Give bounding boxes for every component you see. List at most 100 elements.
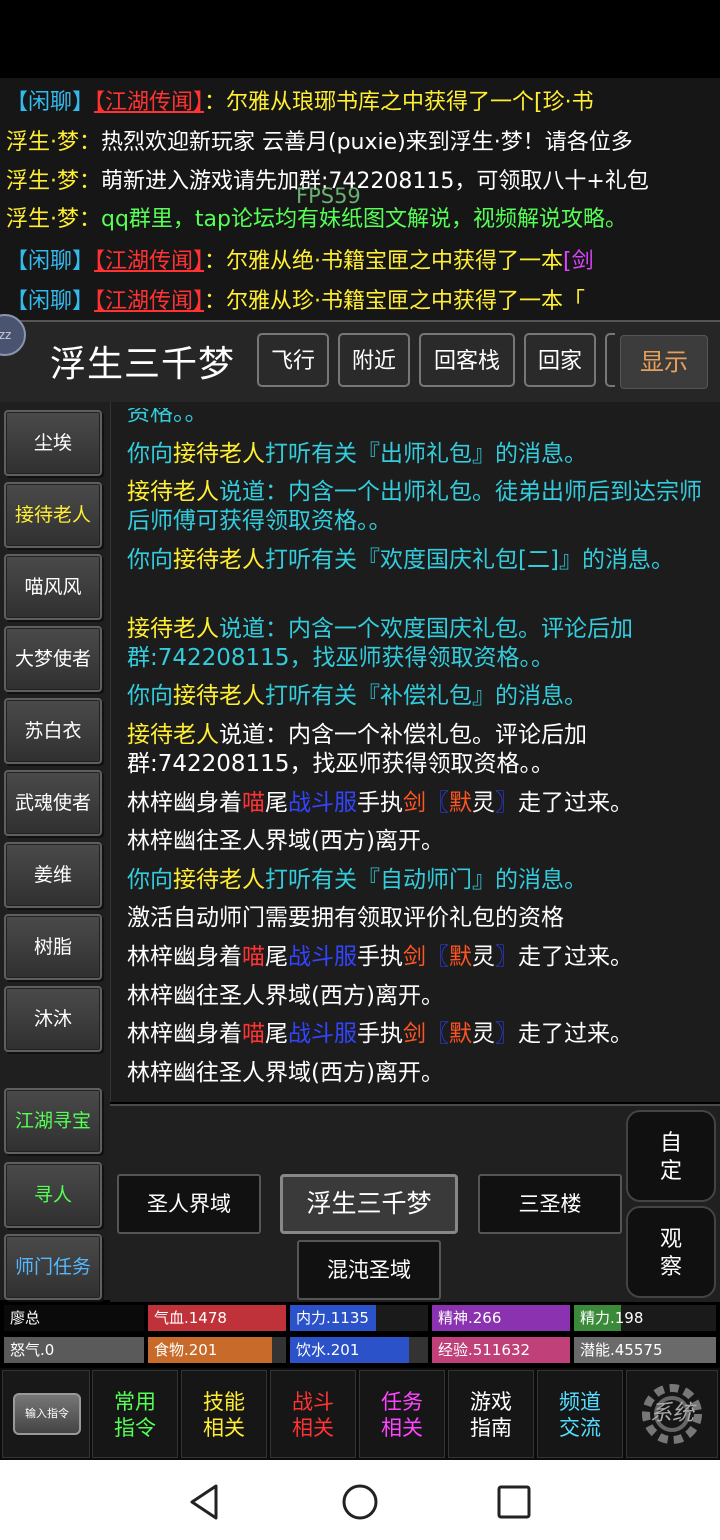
npc-button[interactable]: 尘埃	[4, 410, 102, 476]
menu-label: 战斗	[292, 1390, 334, 1414]
food-text: 食物.201	[154, 1341, 218, 1359]
chat-item-link[interactable]: [剑	[563, 249, 594, 274]
hp-text: 气血.1478	[154, 1309, 227, 1327]
treasure-hunt-button[interactable]: 江湖寻宝	[4, 1088, 102, 1154]
mp-bar: 内力.1135	[290, 1305, 428, 1331]
energy-bar: 精力.198	[574, 1305, 716, 1331]
log-text: 尾	[265, 790, 288, 816]
nearby-button[interactable]: 附近	[338, 333, 410, 387]
game-guide-menu[interactable]: 游戏 指南	[448, 1370, 534, 1458]
sect-quest-button[interactable]: 师门任务	[4, 1234, 102, 1300]
chat-line: 【闲聊】【江湖传闻】：尔雅从珍·书籍宝匣之中获得了一本「	[6, 282, 585, 320]
message-log[interactable]: 资格。。 你向接待老人打听有关『出师礼包』的消息。 接待老人说道：内含一个出师礼…	[110, 402, 720, 1102]
spirit-bar: 精神.266	[432, 1305, 570, 1331]
npc-name: 接待老人	[173, 683, 265, 709]
recents-icon[interactable]	[494, 1482, 534, 1522]
log-line: 激活自动师门需要拥有领取评价礼包的资格	[127, 905, 564, 931]
log-line: 你向接待老人打听有关『补偿礼包』的消息。	[127, 682, 707, 711]
water-bar: 饮水.201	[290, 1337, 428, 1363]
log-text: 尾	[265, 1021, 288, 1047]
log-line: 林梓幽往圣人界域(西方)离开。	[127, 1060, 444, 1086]
log-text: 〗	[495, 944, 518, 970]
chat-message: 热烈欢迎新玩家 云善月(puxie)来到浮生·梦！请各位多	[101, 130, 633, 155]
combat-menu[interactable]: 战斗 相关	[270, 1370, 356, 1458]
log-line: 林梓幽身着喵尾战斗服手执剑〖默灵〗走了过来。	[127, 789, 707, 818]
log-text: 灵	[472, 790, 495, 816]
npc-name: 接待老人	[127, 616, 219, 642]
customize-button[interactable]: 自 定	[626, 1110, 716, 1202]
log-line: 资格。。	[127, 408, 208, 426]
common-commands-menu[interactable]: 常用 指令	[92, 1370, 178, 1458]
log-line: 林梓幽身着喵尾战斗服手执剑〖默灵〗走了过来。	[127, 1020, 707, 1049]
chat-message: 尔雅从琅琊书库之中获得了一个[珍·书	[226, 90, 594, 115]
exp-text: 经验.511632	[438, 1341, 531, 1359]
rage-text: 怒气.0	[10, 1341, 55, 1359]
log-line: 你向接待老人打听有关『出师礼包』的消息。	[127, 440, 707, 469]
npc-button[interactable]: 树脂	[4, 914, 102, 980]
log-text: 战斗服	[288, 1021, 357, 1047]
chat-channel-tag: 【闲聊】	[6, 289, 95, 314]
quest-menu[interactable]: 任务 相关	[359, 1370, 445, 1458]
log-text: 战斗服	[288, 790, 357, 816]
chat-channel-tag: 浮生·梦：	[6, 169, 101, 194]
hp-bar: 气血.1478	[148, 1305, 286, 1331]
log-line: 接待老人说道：内含一个出师礼包。徒弟出师后到达宗师后师傅可获得领取资格。。	[127, 478, 707, 536]
exit-east-button[interactable]: 三圣楼	[478, 1174, 622, 1234]
player-name-text: 廖总	[10, 1309, 41, 1327]
chat-line: 【闲聊】【江湖传闻】：尔雅从绝·书籍宝匣之中获得了一本[剑	[6, 242, 594, 282]
observe-button[interactable]: 观 察	[626, 1206, 716, 1298]
npc-button[interactable]: 大梦使者	[4, 626, 102, 692]
input-command-button[interactable]: 输入指令	[2, 1370, 90, 1458]
chat-message: qq群里，tap论坛均有妹纸图文解说，视频解说攻略。	[101, 207, 628, 232]
log-line: 林梓幽往圣人界域(西方)离开。	[127, 828, 444, 854]
log-text: 剑	[403, 1021, 426, 1047]
chat-message: 萌新进入游戏请先加群:742208115，可领取八十+礼包	[101, 169, 649, 194]
overflow-button-edge[interactable]	[605, 333, 615, 387]
exit-south-button[interactable]: 混沌圣域	[297, 1240, 441, 1300]
npc-button[interactable]: 武魂使者	[4, 770, 102, 836]
npc-button[interactable]: 沐沐	[4, 986, 102, 1052]
log-text: 灵	[472, 944, 495, 970]
log-text: 〗	[495, 1021, 518, 1047]
npc-button[interactable]: 姜维	[4, 842, 102, 908]
log-text: 你向	[127, 867, 173, 893]
skills-menu[interactable]: 技能 相关	[181, 1370, 267, 1458]
water-text: 饮水.201	[296, 1341, 360, 1359]
log-text: 林梓幽身着	[127, 944, 242, 970]
log-line: 林梓幽身着喵尾战斗服手执剑〖默灵〗走了过来。	[127, 943, 707, 972]
exit-west-button[interactable]: 圣人界域	[117, 1174, 261, 1234]
chat-message: 尔雅从绝·书籍宝匣之中获得了一本	[226, 249, 564, 274]
npc-button[interactable]: 苏白衣	[4, 698, 102, 764]
npc-button[interactable]: 接待老人	[4, 482, 102, 548]
find-person-button[interactable]: 寻人	[4, 1162, 102, 1228]
log-text: 你向	[127, 441, 173, 467]
npc-button[interactable]: 喵风风	[4, 554, 102, 620]
system-menu[interactable]: 系统	[626, 1370, 718, 1458]
log-text: 〖	[426, 1021, 449, 1047]
log-line: 接待老人说道：内含一个欢度国庆礼包。评论后加群:742208115，找巫师获得领…	[127, 615, 707, 673]
show-button[interactable]: 显示	[620, 335, 708, 389]
back-icon[interactable]	[186, 1482, 226, 1522]
log-text: 你向	[127, 547, 173, 573]
log-text: 〖	[426, 944, 449, 970]
channel-menu[interactable]: 频道 交流	[537, 1370, 623, 1458]
log-text: 剑	[403, 944, 426, 970]
menu-label: 常用	[114, 1390, 156, 1414]
log-text: 走了过来。	[518, 944, 633, 970]
log-text: 打听有关『出师礼包』的消息。	[265, 441, 587, 467]
chat-channel-tag: 【闲聊】	[6, 90, 95, 115]
rage-bar: 怒气.0	[4, 1337, 144, 1363]
fly-button[interactable]: 飞行	[257, 333, 329, 387]
log-text: 手执	[357, 790, 403, 816]
menu-label: 相关	[203, 1416, 245, 1440]
chat-channel-tag: 【闲聊】	[6, 249, 95, 274]
menu-label: 频道	[559, 1390, 601, 1414]
log-text: 打听有关『欢度国庆礼包[二]』的消息。	[265, 547, 674, 573]
go-home-button[interactable]: 回家	[524, 333, 596, 387]
chat-channel-tag: 浮生·梦：	[6, 130, 101, 155]
return-inn-button[interactable]: 回客栈	[419, 333, 515, 387]
current-room-button[interactable]: 浮生三千梦	[280, 1174, 458, 1234]
log-text: 林梓幽身着	[127, 1021, 242, 1047]
home-icon[interactable]	[340, 1482, 380, 1522]
food-bar: 食物.201	[148, 1337, 286, 1363]
